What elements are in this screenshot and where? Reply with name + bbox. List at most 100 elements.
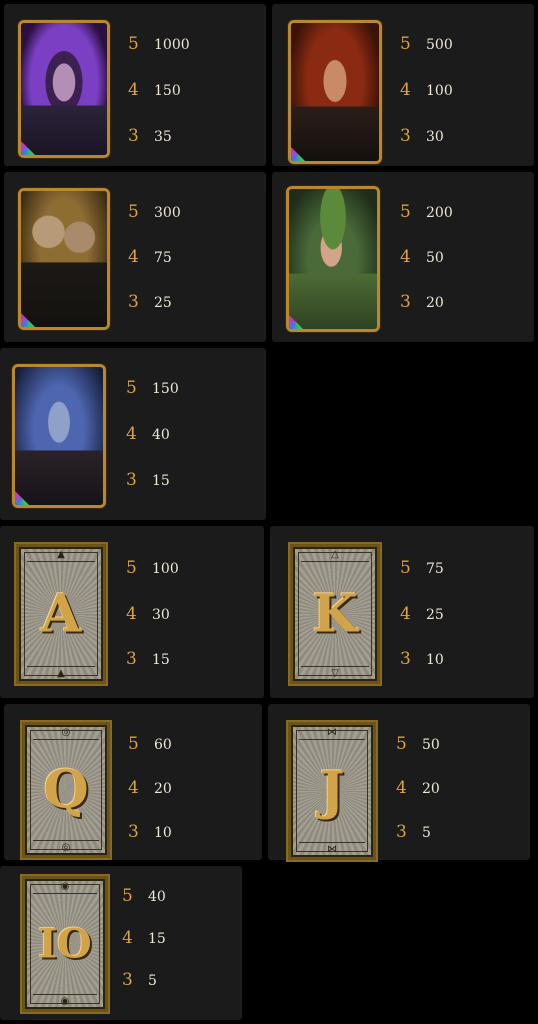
pay-count: 3	[400, 126, 411, 146]
pay-count: 5	[400, 202, 411, 222]
pay-value: 1000	[154, 37, 190, 53]
card-divider	[27, 561, 95, 562]
pay-count: 4	[128, 778, 139, 798]
letter-10-symbol: ◉ ◉ IO	[22, 876, 108, 1012]
triangle-ornament-icon: ▽	[331, 668, 339, 679]
pay-value: 100	[426, 83, 453, 99]
paytable-panel-letter-q: ◎ ◎ Q 5 60 4 20 3 10	[4, 704, 262, 860]
pay-count: 4	[126, 604, 137, 624]
card-divider	[33, 739, 99, 740]
pay-count: 4	[400, 604, 411, 624]
card-divider	[33, 893, 97, 894]
pay-count: 4	[400, 247, 411, 267]
paytable-panel-green-cap-woman: 5 200 4 50 3 20	[272, 172, 534, 342]
pay-value: 150	[154, 83, 181, 99]
pay-value: 150	[152, 381, 179, 397]
pay-value: 5	[148, 973, 157, 989]
letter-k-symbol: △ ▽ K	[290, 544, 380, 684]
pay-count: 4	[128, 80, 139, 100]
pay-count: 5	[396, 734, 407, 754]
green-cap-woman-symbol	[286, 186, 380, 332]
pay-count: 3	[122, 970, 133, 990]
paytable-panel-red-haired-woman: 5 500 4 100 3 30	[272, 4, 534, 166]
pay-value: 50	[422, 737, 440, 753]
pay-value: 15	[148, 931, 166, 947]
pay-count: 4	[122, 928, 133, 948]
ring-ornament-icon: ◎	[61, 842, 71, 853]
paytable-panel-bald-villain: 5 1000 4 150 3 35	[4, 4, 266, 166]
pay-count: 3	[128, 292, 139, 312]
pay-count: 3	[128, 822, 139, 842]
pay-value: 35	[154, 129, 172, 145]
letter-glyph: K	[312, 583, 358, 645]
paytable-panel-blue-man: 5 150 4 40 3 15	[0, 348, 266, 520]
pay-count: 5	[126, 378, 137, 398]
letter-glyph: A	[40, 583, 82, 645]
card-divider	[299, 739, 365, 740]
card-divider	[33, 840, 99, 841]
pay-count: 4	[126, 424, 137, 444]
pay-count: 3	[400, 292, 411, 312]
letter-a-symbol: ▲ ▲ A	[16, 544, 106, 684]
pay-count: 5	[126, 558, 137, 578]
eye-ornament-icon: ◉	[60, 996, 70, 1007]
triangle-ornament-icon: ▲	[57, 549, 65, 560]
pay-value: 100	[152, 561, 179, 577]
letter-glyph: IO	[38, 920, 92, 968]
pay-count: 5	[128, 202, 139, 222]
paytable-panel-letter-j: ⋈ ⋈ J 5 50 4 20 35	[268, 704, 530, 860]
pay-value: 15	[152, 473, 170, 489]
pay-value: 75	[154, 250, 172, 266]
pay-value: 50	[426, 250, 444, 266]
paytable-panel-letter-k: △ ▽ K 5 75 4 25 3 10	[270, 526, 534, 698]
bald-villain-symbol	[18, 20, 110, 158]
card-divider	[27, 666, 95, 667]
pay-count: 5	[400, 34, 411, 54]
pay-value: 75	[426, 561, 444, 577]
card-divider	[301, 561, 369, 562]
pay-value: 5	[422, 825, 431, 841]
pay-count: 3	[400, 649, 411, 669]
pay-count: 3	[396, 822, 407, 842]
bowtie-ornament-icon: ⋈	[327, 727, 337, 738]
pay-count: 5	[128, 34, 139, 54]
pay-value: 10	[426, 652, 444, 668]
paytable-panel-letter-10: ◉ ◉ IO 5 40 4 15 35	[0, 866, 242, 1020]
pay-value: 10	[154, 825, 172, 841]
triangle-ornament-icon: ▲	[57, 668, 65, 679]
blue-man-symbol	[12, 364, 106, 508]
pay-count: 3	[128, 126, 139, 146]
pay-value: 20	[426, 295, 444, 311]
pay-count: 5	[128, 734, 139, 754]
card-divider	[33, 994, 97, 995]
paytable-panel-twin-monks: 5 300 4 75 3 25	[4, 172, 266, 342]
pay-value: 25	[426, 607, 444, 623]
bowtie-ornament-icon: ⋈	[327, 844, 337, 855]
letter-q-symbol: ◎ ◎ Q	[22, 722, 110, 858]
triangle-ornament-icon: △	[331, 549, 339, 560]
letter-j-symbol: ⋈ ⋈ J	[288, 722, 376, 860]
pay-count: 3	[126, 470, 137, 490]
pay-value: 20	[422, 781, 440, 797]
paytable-panel-letter-a: ▲ ▲ A 5 100 4 30 3 15	[0, 526, 264, 698]
pay-count: 5	[400, 558, 411, 578]
eye-ornament-icon: ◉	[60, 881, 70, 892]
pay-value: 200	[426, 205, 453, 221]
pay-value: 40	[152, 427, 170, 443]
pay-value: 40	[148, 889, 166, 905]
pay-count: 4	[396, 778, 407, 798]
twin-monks-symbol	[18, 188, 110, 330]
pay-count: 5	[122, 886, 133, 906]
pay-value: 30	[152, 607, 170, 623]
letter-glyph: Q	[43, 759, 89, 821]
pay-value: 300	[154, 205, 181, 221]
pay-count: 4	[128, 247, 139, 267]
pay-value: 60	[154, 737, 172, 753]
pay-value: 500	[426, 37, 453, 53]
letter-glyph: J	[319, 760, 345, 822]
pay-count: 4	[400, 80, 411, 100]
pay-value: 20	[154, 781, 172, 797]
pay-value: 25	[154, 295, 172, 311]
red-haired-woman-symbol	[288, 20, 382, 164]
pay-value: 30	[426, 129, 444, 145]
